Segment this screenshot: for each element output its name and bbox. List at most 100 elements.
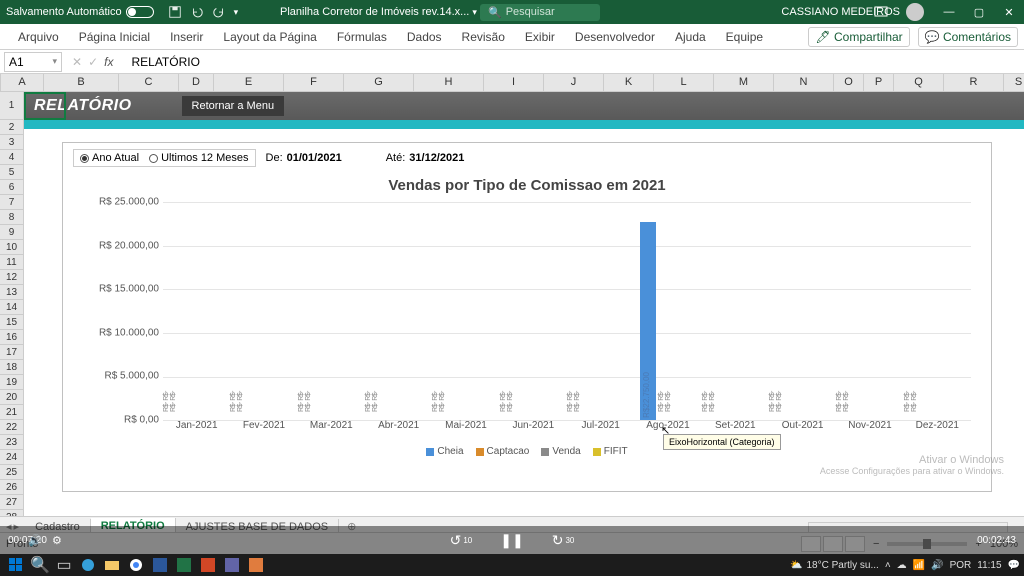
bar-group[interactable]: R$- R$- R$- R$- <box>500 202 567 420</box>
row-header[interactable]: 1 <box>0 92 24 120</box>
column-header[interactable]: C <box>119 74 179 91</box>
excel-icon[interactable] <box>173 556 195 574</box>
row-header[interactable]: 27 <box>0 495 24 510</box>
column-header[interactable]: L <box>654 74 714 91</box>
column-header[interactable]: N <box>774 74 834 91</box>
row-header[interactable]: 20 <box>0 390 24 405</box>
bar-group[interactable]: R$- R$- R$- R$- <box>836 202 903 420</box>
volume-icon[interactable]: 🔊 <box>28 534 42 547</box>
row-header[interactable]: 6 <box>0 180 24 195</box>
rewind-button[interactable]: ↺10 <box>450 532 473 549</box>
row-header[interactable]: 11 <box>0 255 24 270</box>
bar-group[interactable]: R$- R$- R$- R$- <box>298 202 365 420</box>
tab-equipe[interactable]: Equipe <box>716 24 773 49</box>
forward-button[interactable]: ↻30 <box>552 532 575 549</box>
legend-item[interactable]: Cheia <box>426 446 463 457</box>
row-header[interactable]: 13 <box>0 285 24 300</box>
row-header[interactable]: 9 <box>0 225 24 240</box>
worksheet[interactable]: RELATÓRIO Retornar a Menu Ano Atual Ulti… <box>24 92 1024 536</box>
bar-group[interactable]: R$- R$- R$- R$- <box>432 202 499 420</box>
minimize-button[interactable]: — <box>934 0 964 24</box>
autosave-toggle[interactable]: Salvamento Automático <box>0 6 160 18</box>
column-header[interactable]: R <box>944 74 1004 91</box>
column-header[interactable]: P <box>864 74 894 91</box>
row-header[interactable]: 24 <box>0 450 24 465</box>
column-header[interactable]: K <box>604 74 654 91</box>
name-box[interactable]: A1▾ <box>4 52 62 72</box>
row-header[interactable]: 3 <box>0 135 24 150</box>
chrome-icon[interactable] <box>125 556 147 574</box>
word-icon[interactable] <box>149 556 171 574</box>
row-header[interactable]: 21 <box>0 405 24 420</box>
app-icon[interactable] <box>245 556 267 574</box>
row-header[interactable]: 14 <box>0 300 24 315</box>
column-header[interactable]: H <box>414 74 484 91</box>
bar-group[interactable]: R$- R$- R$- R$- <box>163 202 230 420</box>
user-area[interactable]: CASSIANO MEDEIROS <box>781 3 924 21</box>
column-header[interactable]: O <box>834 74 864 91</box>
row-header[interactable]: 22 <box>0 420 24 435</box>
search-taskbar-icon[interactable]: 🔍 <box>29 556 51 574</box>
maximize-button[interactable]: ▢ <box>964 0 994 24</box>
sound-icon[interactable]: 🔊 <box>931 560 943 571</box>
ribbon-display-icon[interactable] <box>873 4 889 20</box>
task-view-icon[interactable]: ▭ <box>53 556 75 574</box>
qat-chevron-down-icon[interactable]: ▾ <box>234 7 239 18</box>
tray-chevron-icon[interactable]: ˄ <box>885 560 891 571</box>
toggle-off-icon[interactable] <box>126 6 154 18</box>
row-header[interactable]: 23 <box>0 435 24 450</box>
clock[interactable]: 11:15 <box>977 560 1001 571</box>
save-icon[interactable] <box>168 5 182 19</box>
row-header[interactable]: 16 <box>0 330 24 345</box>
row-header[interactable]: 12 <box>0 270 24 285</box>
search-input[interactable]: 🔍 Pesquisar <box>480 4 600 21</box>
column-header[interactable]: G <box>344 74 414 91</box>
edge-icon[interactable] <box>77 556 99 574</box>
bar-group[interactable]: R$- R$- R$- R$- <box>769 202 836 420</box>
tab-layout[interactable]: Layout da Página <box>213 24 326 49</box>
row-header[interactable]: 8 <box>0 210 24 225</box>
column-header[interactable]: D <box>179 74 214 91</box>
column-header[interactable]: E <box>214 74 284 91</box>
row-header[interactable]: 4 <box>0 150 24 165</box>
radio-ano-atual[interactable]: Ano Atual <box>80 152 139 164</box>
radio-ultimos-12[interactable]: Ultimos 12 Meses <box>149 152 248 164</box>
column-header[interactable]: J <box>544 74 604 91</box>
chart-plot-area[interactable]: R$ 25.000,00R$ 20.000,00R$ 15.000,00R$ 1… <box>83 202 971 442</box>
chevron-down-icon[interactable]: ▾ <box>52 56 57 67</box>
tab-exibir[interactable]: Exibir <box>515 24 565 49</box>
column-header[interactable]: M <box>714 74 774 91</box>
tab-arquivo[interactable]: Arquivo <box>8 24 69 49</box>
legend-item[interactable]: FIFIT <box>593 446 628 457</box>
column-header[interactable]: B <box>44 74 119 91</box>
explorer-icon[interactable] <box>101 556 123 574</box>
column-header[interactable]: A <box>1 74 44 91</box>
row-header[interactable]: 2 <box>0 120 24 135</box>
tab-formulas[interactable]: Fórmulas <box>327 24 397 49</box>
weather-widget[interactable]: ⛅ 18°C Partly su... <box>790 560 879 571</box>
tab-inserir[interactable]: Inserir <box>160 24 213 49</box>
pause-button[interactable]: ❚❚ <box>500 532 523 549</box>
row-header[interactable]: 17 <box>0 345 24 360</box>
tab-pagina-inicial[interactable]: Página Inicial <box>69 24 160 49</box>
settings-icon[interactable]: ⚙ <box>52 534 62 547</box>
bar-group[interactable]: R$- R$- R$- R$- <box>904 202 971 420</box>
notifications-icon[interactable]: 💬 <box>1008 560 1020 571</box>
tab-dados[interactable]: Dados <box>397 24 452 49</box>
bar-group[interactable]: R$- R$- R$- R$- <box>702 202 769 420</box>
share-button[interactable]: 🖊 Compartilhar <box>808 27 909 47</box>
wifi-icon[interactable]: 📶 <box>913 560 925 571</box>
language-indicator[interactable]: POR <box>950 560 972 571</box>
tab-desenvolvedor[interactable]: Desenvolvedor <box>565 24 665 49</box>
row-header[interactable]: 26 <box>0 480 24 495</box>
avatar[interactable] <box>906 3 924 21</box>
tab-ajuda[interactable]: Ajuda <box>665 24 716 49</box>
undo-icon[interactable] <box>190 5 204 19</box>
row-header[interactable]: 15 <box>0 315 24 330</box>
tab-revisao[interactable]: Revisão <box>452 24 515 49</box>
formula-input[interactable]: RELATÓRIO <box>123 55 1024 69</box>
powerpoint-icon[interactable] <box>197 556 219 574</box>
column-header[interactable]: S <box>1004 74 1024 91</box>
row-header[interactable]: 5 <box>0 165 24 180</box>
bar-group[interactable]: R$- R$- R$- R$- <box>567 202 634 420</box>
